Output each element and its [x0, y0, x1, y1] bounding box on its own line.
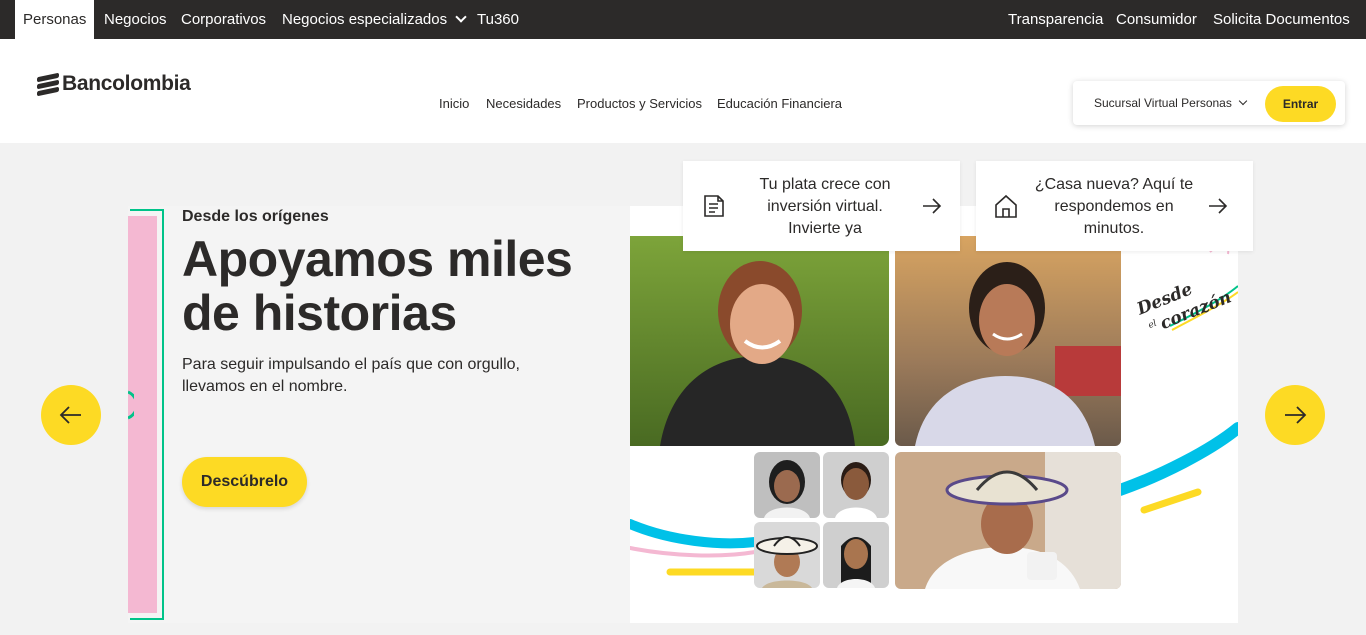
photo-portrait-man-hat: [754, 522, 820, 588]
photo-woman-hat: [895, 452, 1121, 589]
arrow-right-icon: [1209, 198, 1228, 214]
svg-text:el: el: [1147, 319, 1158, 331]
document-icon: [704, 195, 724, 217]
decorative-arc: [128, 390, 134, 420]
photo-woman-field-image: [630, 236, 889, 446]
hero-collage: Desde el corazón: [630, 206, 1238, 623]
photo-portrait-boy: [823, 452, 889, 518]
segment-negocios[interactable]: Negocios: [104, 0, 167, 39]
segment-tu360[interactable]: Tu360: [477, 0, 519, 39]
sucursal-select[interactable]: Sucursal Virtual Personas: [1094, 96, 1248, 110]
bancolombia-logo-icon: [37, 72, 59, 97]
entrar-button[interactable]: Entrar: [1265, 86, 1336, 122]
nav-inicio[interactable]: Inicio: [439, 96, 469, 111]
brand-name: Bancolombia: [62, 72, 191, 95]
hero-subcopy: Para seguir impulsando el país que con o…: [182, 356, 520, 395]
link-transparencia[interactable]: Transparencia: [1008, 0, 1103, 39]
arrow-right-icon: [923, 198, 942, 214]
main-header: Bancolombia Inicio Necesidades Productos…: [0, 39, 1366, 143]
feature-card-inversion[interactable]: Tu plata crece con inversión virtual. In…: [683, 161, 960, 251]
sucursal-select-value: Sucursal Virtual Personas: [1094, 96, 1232, 110]
desde-el-corazon-mark: Desde el corazón: [1133, 279, 1234, 331]
arrow-right-icon: [1285, 406, 1307, 424]
nav-necesidades[interactable]: Necesidades: [486, 96, 561, 111]
chevron-down-icon: [455, 11, 467, 23]
photo-woman-field: [630, 236, 889, 446]
login-box: Sucursal Virtual Personas Entrar: [1073, 81, 1345, 125]
decorative-frame: [130, 209, 164, 620]
photo-portrait-man-indigenous-image: [823, 522, 889, 588]
feature-card-inversion-text: Tu plata crece con inversión virtual. In…: [759, 176, 891, 237]
segment-corporativos[interactable]: Corporativos: [181, 0, 266, 39]
nav-productos-servicios[interactable]: Productos y Servicios: [577, 96, 702, 111]
link-solicita-documentos[interactable]: Solicita Documentos: [1213, 0, 1350, 39]
carousel-prev-button[interactable]: [41, 385, 101, 445]
feature-card-casa-nueva-text: ¿Casa nueva? Aquí te respondemos en minu…: [1034, 176, 1194, 237]
descubrelo-button[interactable]: Descúbrelo: [182, 457, 307, 507]
segment-negocios-especializados[interactable]: Negocios especializados: [282, 0, 467, 39]
hero-eyebrow: Desde los orígenes: [182, 208, 329, 225]
segment-personas[interactable]: Personas: [15, 0, 95, 39]
segment-negocios-especializados-label: Negocios especializados: [282, 11, 448, 28]
segment-bar: Personas Negocios Corporativos Negocios …: [0, 0, 1366, 39]
chevron-down-icon: [1238, 96, 1248, 106]
photo-portrait-man-hat-image: [754, 522, 820, 588]
bancolombia-logo[interactable]: Bancolombia: [37, 72, 191, 97]
hero-headline: Apoyamos miles de historias: [182, 231, 573, 341]
photo-woman-town: [895, 236, 1121, 446]
photo-woman-hat-image: [895, 452, 1121, 589]
nav-educacion-financiera[interactable]: Educación Financiera: [717, 96, 842, 111]
photo-portrait-elder-woman: [754, 452, 820, 518]
arrow-left-icon: [59, 406, 81, 424]
photo-portrait-boy-image: [823, 452, 889, 518]
house-icon: [995, 194, 1017, 218]
feature-card-casa-nueva[interactable]: ¿Casa nueva? Aquí te respondemos en minu…: [976, 161, 1253, 251]
photo-portrait-elder-woman-image: [754, 452, 820, 518]
carousel-next-button[interactable]: [1265, 385, 1325, 445]
photo-portrait-man-indigenous: [823, 522, 889, 588]
photo-woman-town-image: [895, 236, 1121, 446]
link-consumidor[interactable]: Consumidor: [1116, 0, 1197, 39]
